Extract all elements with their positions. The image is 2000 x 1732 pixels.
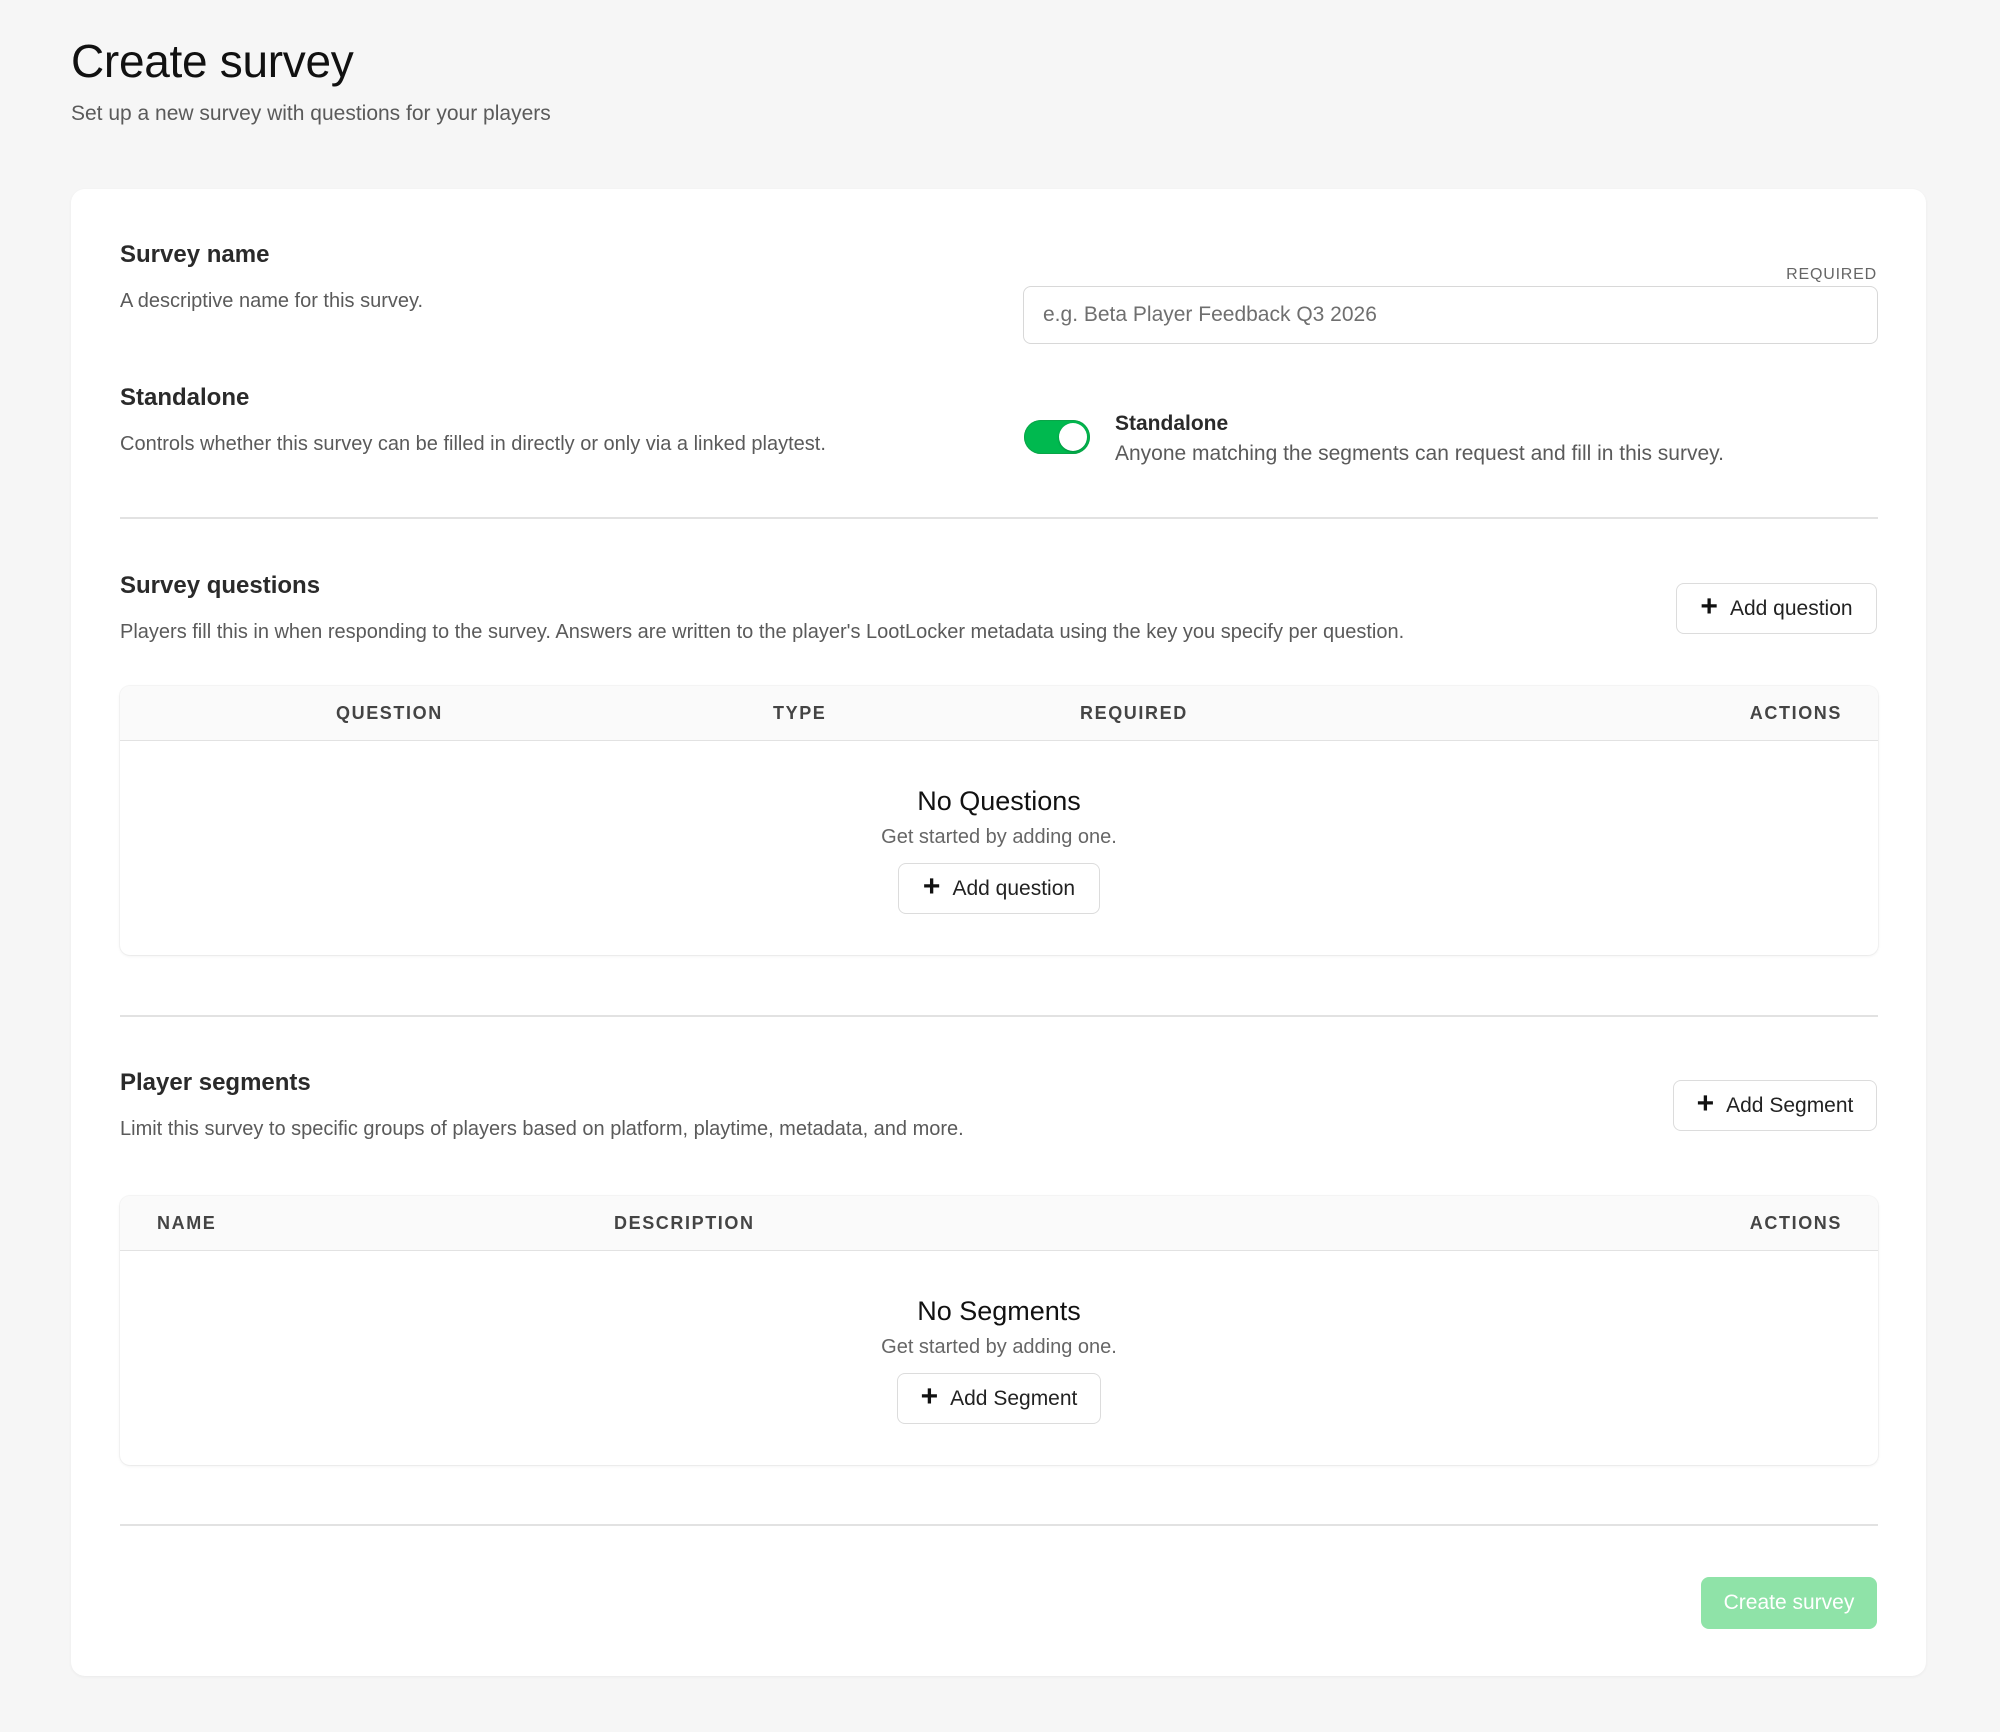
empty-title: No Questions [917, 786, 1081, 816]
questions-description: Players fill this in when responding to … [120, 621, 1405, 643]
plus-icon: + [922, 870, 941, 903]
add-question-label: Add question [1729, 596, 1853, 620]
create-survey-button[interactable]: Create survey [1701, 1577, 1877, 1629]
survey-name-description: A descriptive name for this survey. [120, 290, 424, 312]
column-header-description: DESCRIPTION [614, 1213, 755, 1233]
empty-subtitle: Get started by adding one. [881, 826, 1117, 848]
segments-table-header: NAME DESCRIPTION ACTIONS [120, 1196, 1878, 1251]
segments-title: Player segments [120, 1069, 311, 1096]
survey-name-title: Survey name [120, 241, 270, 268]
toggle-knob [1059, 423, 1087, 451]
plus-icon: + [1700, 590, 1718, 623]
column-header-name: NAME [157, 1213, 217, 1233]
survey-name-input[interactable] [1023, 286, 1878, 344]
add-segment-button[interactable]: + Add Segment [1673, 1080, 1877, 1131]
divider [120, 1015, 1878, 1017]
questions-table: QUESTION TYPE REQUIRED ACTIONS No Questi… [120, 686, 1878, 955]
questions-table-header: QUESTION TYPE REQUIRED ACTIONS [120, 686, 1878, 741]
column-header-actions: ACTIONS [1749, 703, 1842, 723]
empty-subtitle: Get started by adding one. [881, 1336, 1117, 1358]
segments-description: Limit this survey to specific groups of … [120, 1118, 964, 1140]
standalone-description: Controls whether this survey can be fill… [120, 433, 826, 455]
standalone-title: Standalone [120, 384, 250, 411]
column-header-question: QUESTION [336, 703, 443, 723]
page-header: Create survey Set up a new survey with q… [71, 34, 551, 126]
column-header-actions: ACTIONS [1749, 1213, 1842, 1233]
empty-add-segment-button[interactable]: + Add Segment [897, 1373, 1101, 1424]
column-header-type: TYPE [773, 703, 827, 723]
segments-table: NAME DESCRIPTION ACTIONS No Segments Get… [120, 1196, 1878, 1465]
page-subtitle: Set up a new survey with questions for y… [71, 102, 551, 125]
required-tag: REQUIRED [1786, 266, 1877, 283]
standalone-toggle[interactable] [1024, 420, 1090, 454]
empty-add-segment-label: Add Segment [950, 1386, 1078, 1410]
standalone-toggle-title: Standalone [1115, 412, 1229, 435]
empty-add-question-button[interactable]: + Add question [898, 863, 1100, 914]
plus-icon: + [1696, 1087, 1715, 1120]
standalone-toggle-description: Anyone matching the segments can request… [1115, 442, 1724, 465]
questions-title: Survey questions [120, 572, 321, 599]
plus-icon: + [920, 1380, 939, 1413]
add-segment-label: Add Segment [1726, 1093, 1854, 1117]
divider [120, 517, 1878, 519]
divider [120, 1524, 1878, 1526]
survey-form-card: Survey name A descriptive name for this … [71, 189, 1926, 1676]
add-question-button[interactable]: + Add question [1676, 583, 1877, 634]
segments-empty-state: No Segments Get started by adding one. +… [120, 1251, 1878, 1463]
column-header-required: REQUIRED [1080, 703, 1188, 723]
page-title: Create survey [71, 35, 354, 87]
empty-add-question-label: Add question [952, 876, 1076, 900]
empty-title: No Segments [917, 1296, 1081, 1326]
questions-empty-state: No Questions Get started by adding one. … [120, 741, 1878, 953]
